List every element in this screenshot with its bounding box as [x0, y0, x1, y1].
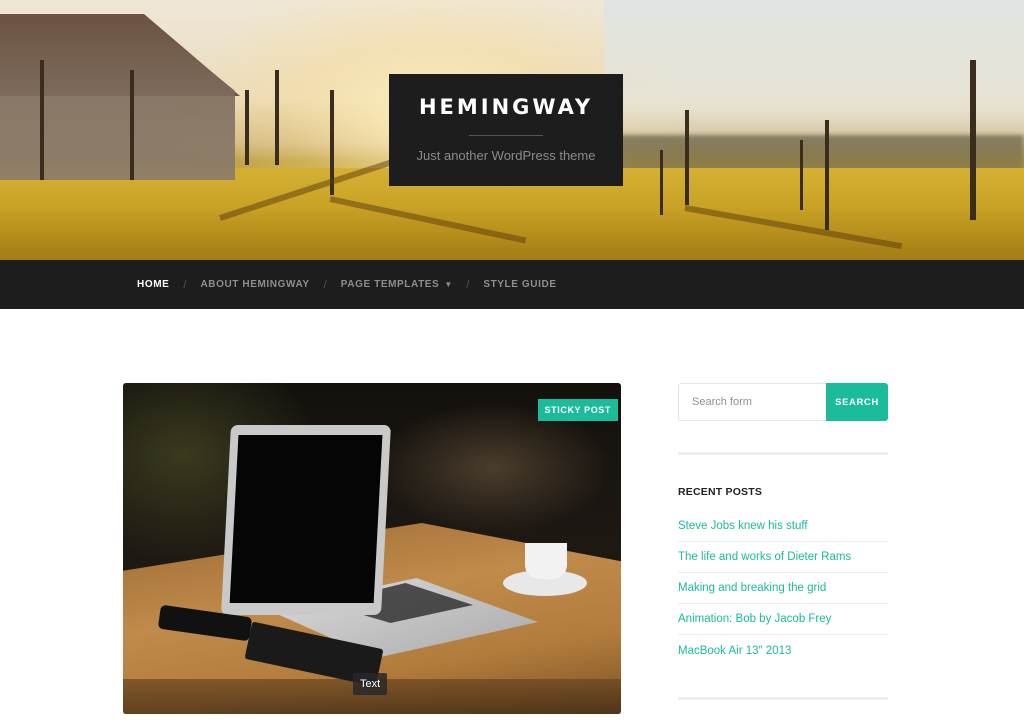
- nav-item-home: HOME /: [137, 279, 200, 291]
- barn: [0, 18, 235, 180]
- nav-link-page-templates[interactable]: PAGE TEMPLATES: [341, 279, 440, 290]
- image-caption-tooltip: Text: [353, 673, 388, 695]
- site-tagline: Just another WordPress theme: [416, 148, 596, 163]
- list-item: Animation: Bob by Jacob Frey: [678, 604, 888, 635]
- recent-post-link[interactable]: Animation: Bob by Jacob Frey: [678, 613, 831, 625]
- recent-posts-title: RECENT POSTS: [678, 486, 763, 498]
- widget-divider: [678, 452, 888, 455]
- search-form: SEARCH: [678, 383, 888, 421]
- caret-down-icon[interactable]: ▼: [444, 280, 452, 289]
- recent-post-link[interactable]: MacBook Air 13″ 2013: [678, 645, 791, 657]
- nav-item-page-templates: PAGE TEMPLATES ▼ /: [341, 279, 484, 291]
- list-item: MacBook Air 13″ 2013: [678, 635, 888, 666]
- header-hero-image: HEMINGWAY Just another WordPress theme: [0, 0, 1024, 260]
- laptop-screen: [221, 425, 391, 615]
- search-button[interactable]: SEARCH: [826, 383, 888, 421]
- nav-separator: /: [183, 278, 187, 291]
- main-navigation: HOME / ABOUT HEMINGWAY / PAGE TEMPLATES …: [0, 260, 1024, 309]
- recent-post-link[interactable]: Steve Jobs knew his stuff: [678, 520, 808, 532]
- title-divider: [469, 135, 543, 136]
- nav-link-about-hemingway[interactable]: ABOUT HEMINGWAY: [200, 279, 309, 290]
- featured-image[interactable]: STICKY POST Text: [123, 383, 621, 714]
- recent-posts-list: Steve Jobs knew his stuff The life and w…: [678, 511, 888, 666]
- recent-post-link[interactable]: The life and works of Dieter Rams: [678, 551, 851, 563]
- recent-post-link[interactable]: Making and breaking the grid: [678, 582, 826, 594]
- sticky-post-badge: STICKY POST: [537, 399, 618, 421]
- nav-item-style-guide: STYLE GUIDE: [483, 279, 556, 290]
- nav-item-about: ABOUT HEMINGWAY /: [200, 279, 340, 291]
- nav-link-style-guide[interactable]: STYLE GUIDE: [483, 279, 556, 290]
- list-item: Making and breaking the grid: [678, 573, 888, 604]
- site-title-box: HEMINGWAY Just another WordPress theme: [389, 74, 623, 186]
- nav-link-home[interactable]: HOME: [137, 279, 169, 290]
- nav-separator: /: [323, 278, 327, 291]
- search-input[interactable]: [678, 383, 826, 421]
- site-title[interactable]: HEMINGWAY: [389, 95, 623, 119]
- coffee-cup: [525, 543, 567, 579]
- widget-divider: [678, 697, 888, 700]
- list-item: Steve Jobs knew his stuff: [678, 511, 888, 542]
- nav-separator: /: [466, 278, 470, 291]
- list-item: The life and works of Dieter Rams: [678, 542, 888, 573]
